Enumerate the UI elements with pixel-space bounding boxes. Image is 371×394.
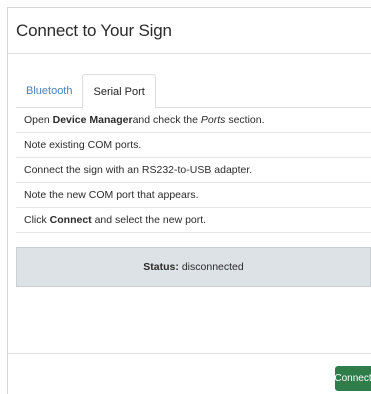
dialog-header: Connect to Your Sign [8, 8, 371, 54]
status-label: Status: [143, 261, 179, 273]
status-panel: Status: disconnected [16, 247, 371, 287]
instruction-list: Open Device Manager and check the Ports … [16, 108, 371, 233]
step-text: and check the [132, 114, 198, 126]
tab-bar: Bluetooth Serial Port [16, 74, 371, 109]
status-value: disconnected [181, 261, 244, 273]
step-text: and select the new port. [94, 214, 207, 226]
tab-bluetooth-label: Bluetooth [26, 85, 73, 97]
step-text: Connect the sign with an RS232-to-USB ad… [24, 164, 253, 176]
connect-dialog: Connect to Your Sign Bluetooth Serial Po… [7, 7, 371, 394]
step-text: Note existing COM ports. [24, 139, 142, 151]
step-text: Note the new COM port that appears. [24, 189, 199, 201]
step-text: section. [228, 114, 265, 126]
step-emphasis: Connect [49, 214, 92, 226]
tab-bluetooth[interactable]: Bluetooth [16, 74, 82, 108]
instruction-step-4: Note the new COM port that appears. [16, 183, 371, 208]
footer-divider [8, 353, 371, 354]
tab-serial-port-label: Serial Port [93, 85, 145, 98]
step-text: Open [24, 114, 50, 126]
dialog-body: Bluetooth Serial Port Open Device Manage… [8, 54, 371, 287]
step-emphasis: Device Manager [52, 114, 133, 126]
step-italic: Ports [200, 114, 226, 126]
instruction-step-5: Click Connect and select the new port. [16, 208, 371, 233]
instruction-step-1: Open Device Manager and check the Ports … [16, 108, 371, 133]
instruction-step-2: Note existing COM ports. [16, 133, 371, 158]
tab-serial-port[interactable]: Serial Port [82, 74, 156, 109]
step-text: Click [24, 214, 47, 226]
instruction-step-3: Connect the sign with an RS232-to-USB ad… [16, 158, 371, 183]
dialog-title: Connect to Your Sign [16, 20, 172, 40]
connect-button[interactable]: Connect [334, 366, 371, 391]
